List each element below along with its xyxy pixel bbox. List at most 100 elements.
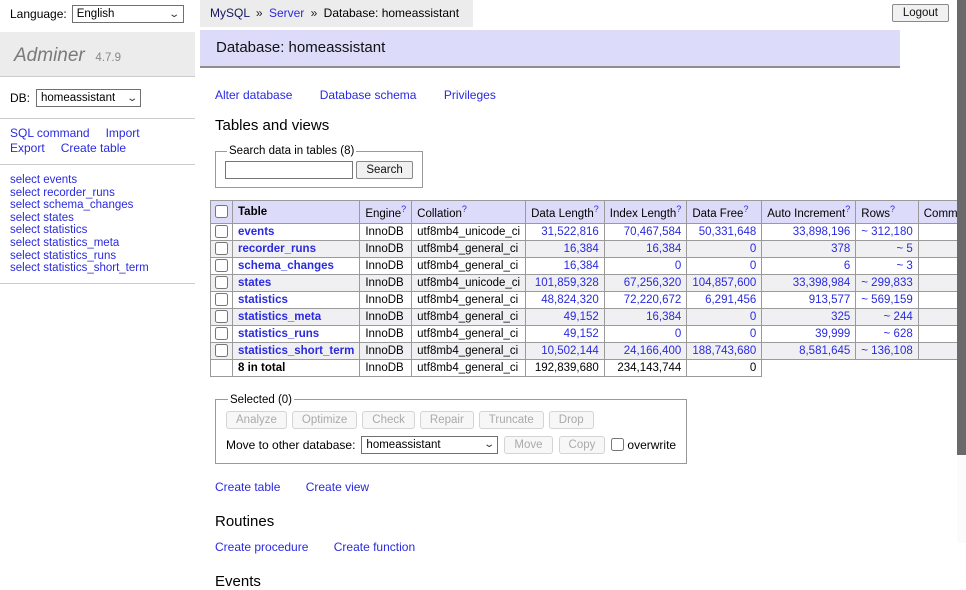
database-schema-link[interactable]: Database schema — [320, 88, 417, 102]
auto-increment-link[interactable]: 39,999 — [815, 328, 850, 340]
help-link[interactable]: ? — [401, 204, 406, 214]
sidebar-select-link[interactable]: select events — [10, 174, 185, 187]
data-free-link[interactable]: 0 — [750, 260, 756, 272]
search-input[interactable] — [225, 161, 353, 179]
data-length-link[interactable]: 16,384 — [564, 243, 599, 255]
help-link[interactable]: ? — [676, 204, 681, 214]
sidebar-import-link[interactable]: Import — [106, 126, 140, 140]
data-length-link[interactable]: 101,859,328 — [535, 277, 599, 289]
help-link[interactable]: ? — [743, 204, 748, 214]
index-length-link[interactable]: 70,467,584 — [624, 226, 682, 238]
data-free-link[interactable]: 104,857,600 — [692, 277, 756, 289]
index-length-link[interactable]: 0 — [675, 260, 681, 272]
help-link[interactable]: ? — [845, 204, 850, 214]
rows-link[interactable]: ~ 299,833 — [861, 277, 912, 289]
auto-increment-link[interactable]: 33,898,196 — [793, 226, 851, 238]
logout-button[interactable]: Logout — [892, 4, 949, 22]
scrollbar-thumb[interactable] — [957, 0, 966, 455]
sidebar-select-link[interactable]: select schema_changes — [10, 199, 185, 212]
scrollbar[interactable] — [957, 0, 966, 543]
data-free-link[interactable]: 0 — [750, 243, 756, 255]
sidebar-create-table-link[interactable]: Create table — [61, 141, 126, 155]
auto-increment-link[interactable]: 6 — [844, 260, 850, 272]
table-name-link[interactable]: statistics_meta — [238, 311, 321, 323]
data-length-link[interactable]: 31,522,816 — [541, 226, 599, 238]
check-button[interactable]: Check — [362, 411, 415, 429]
index-length-link[interactable]: 24,166,400 — [624, 345, 682, 357]
auto-increment-link[interactable]: 325 — [831, 311, 850, 323]
rows-link[interactable]: ~ 136,108 — [861, 345, 912, 357]
auto-increment-link[interactable]: 913,577 — [809, 294, 851, 306]
table-name-link[interactable]: states — [238, 277, 271, 289]
data-length-link[interactable]: 16,384 — [564, 260, 599, 272]
sidebar-sql-command-link[interactable]: SQL command — [10, 126, 90, 140]
repair-button[interactable]: Repair — [420, 411, 474, 429]
privileges-link[interactable]: Privileges — [444, 88, 496, 102]
table-name-link[interactable]: recorder_runs — [238, 243, 316, 255]
auto-increment-link[interactable]: 33,398,984 — [793, 277, 851, 289]
row-checkbox[interactable] — [215, 276, 228, 289]
help-link[interactable]: ? — [890, 204, 895, 214]
rows-link[interactable]: ~ 3 — [896, 260, 912, 272]
move-button[interactable]: Move — [504, 436, 552, 454]
row-checkbox[interactable] — [215, 344, 228, 357]
breadcrumb-server-link[interactable]: Server — [269, 6, 304, 20]
data-free-link[interactable]: 0 — [750, 328, 756, 340]
auto-increment-link[interactable]: 378 — [831, 243, 850, 255]
table-name-link[interactable]: statistics_short_term — [238, 345, 354, 357]
index-length-link[interactable]: 72,220,672 — [624, 294, 682, 306]
create-procedure-link[interactable]: Create procedure — [215, 540, 308, 554]
rows-link[interactable]: ~ 569,159 — [861, 294, 912, 306]
rows-link[interactable]: ~ 628 — [884, 328, 913, 340]
sidebar-select-link[interactable]: select recorder_runs — [10, 187, 185, 200]
create-function-link[interactable]: Create function — [334, 540, 415, 554]
table-name-link[interactable]: schema_changes — [238, 260, 334, 272]
help-link[interactable]: ? — [462, 204, 467, 214]
data-length-link[interactable]: 49,152 — [564, 311, 599, 323]
index-length-link[interactable]: 67,256,320 — [624, 277, 682, 289]
drop-button[interactable]: Drop — [549, 411, 594, 429]
create-view-link[interactable]: Create view — [306, 480, 369, 494]
overwrite-checkbox[interactable] — [611, 438, 624, 451]
data-length-link[interactable]: 10,502,144 — [541, 345, 599, 357]
rows-link[interactable]: ~ 312,180 — [861, 226, 912, 238]
language-select[interactable]: English ⌄ — [72, 5, 184, 23]
data-free-link[interactable]: 188,743,680 — [692, 345, 756, 357]
table-name-link[interactable]: statistics_runs — [238, 328, 319, 340]
row-checkbox[interactable] — [215, 259, 228, 272]
analyze-button[interactable]: Analyze — [226, 411, 287, 429]
data-free-link[interactable]: 50,331,648 — [699, 226, 757, 238]
alter-database-link[interactable]: Alter database — [215, 88, 292, 102]
data-length-link[interactable]: 49,152 — [564, 328, 599, 340]
sidebar-select-link[interactable]: select statistics_runs — [10, 250, 185, 263]
sidebar-select-link[interactable]: select statistics_short_term — [10, 262, 185, 275]
table-name-link[interactable]: statistics — [238, 294, 288, 306]
breadcrumb-mysql-link[interactable]: MySQL — [210, 6, 250, 20]
select-all-checkbox[interactable] — [215, 205, 228, 218]
index-length-link[interactable]: 0 — [675, 328, 681, 340]
row-checkbox[interactable] — [215, 310, 228, 323]
sidebar-export-link[interactable]: Export — [10, 141, 45, 155]
rows-link[interactable]: ~ 5 — [896, 243, 912, 255]
move-db-select[interactable]: homeassistant ⌄ — [361, 436, 498, 454]
sidebar-select-link[interactable]: select states — [10, 212, 185, 225]
data-free-link[interactable]: 0 — [750, 311, 756, 323]
data-free-link[interactable]: 6,291,456 — [705, 294, 756, 306]
auto-increment-link[interactable]: 8,581,645 — [799, 345, 850, 357]
create-table-link[interactable]: Create table — [215, 480, 280, 494]
copy-button[interactable]: Copy — [559, 436, 606, 454]
rows-link[interactable]: ~ 244 — [884, 311, 913, 323]
row-checkbox[interactable] — [215, 293, 228, 306]
sidebar-select-link[interactable]: select statistics — [10, 224, 185, 237]
db-select[interactable]: homeassistant ⌄ — [36, 89, 141, 107]
sidebar-select-link[interactable]: select statistics_meta — [10, 237, 185, 250]
row-checkbox[interactable] — [215, 225, 228, 238]
data-length-link[interactable]: 48,824,320 — [541, 294, 599, 306]
table-name-link[interactable]: events — [238, 226, 274, 238]
index-length-link[interactable]: 16,384 — [646, 243, 681, 255]
row-checkbox[interactable] — [215, 327, 228, 340]
search-button[interactable]: Search — [356, 161, 412, 179]
row-checkbox[interactable] — [215, 242, 228, 255]
help-link[interactable]: ? — [594, 204, 599, 214]
optimize-button[interactable]: Optimize — [292, 411, 357, 429]
